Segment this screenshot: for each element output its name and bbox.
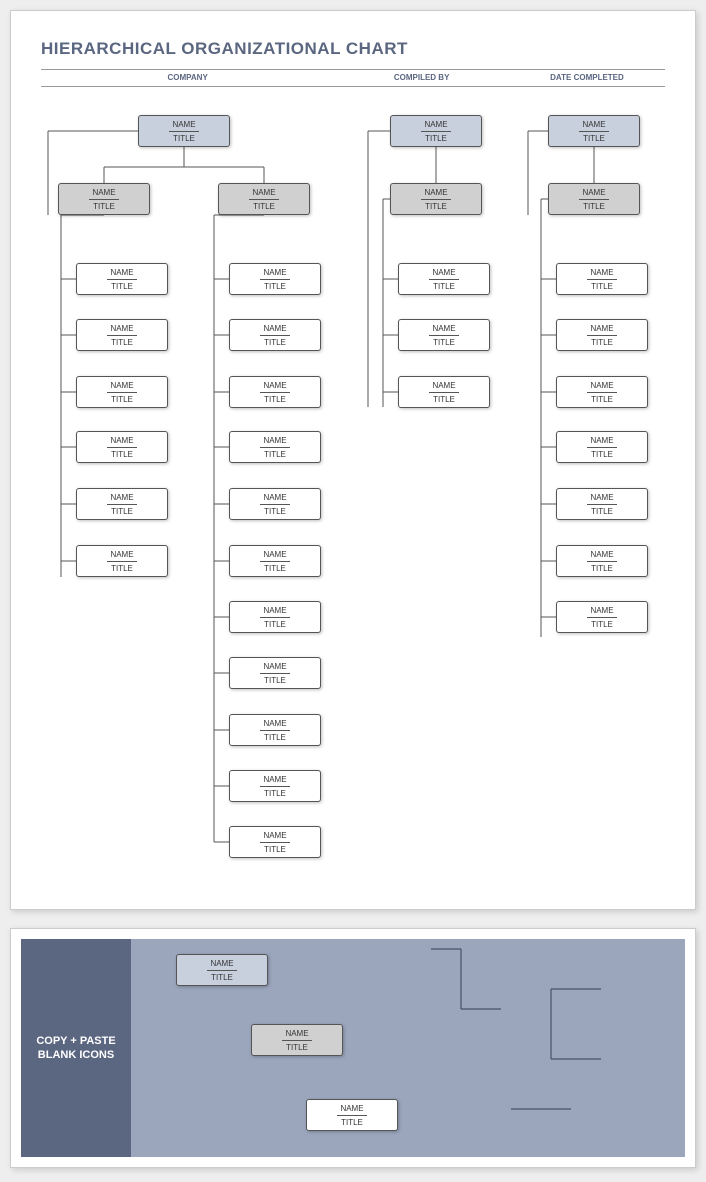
node-title: TITLE [219,202,309,211]
node-name: NAME [139,120,229,129]
org-node-leaf[interactable]: NAMETITLE [76,545,168,577]
org-node-leaf[interactable]: NAMETITLE [229,319,321,351]
connector-lines [41,107,665,867]
org-node-leaf[interactable]: NAMETITLE [556,601,648,633]
org-node-leaf[interactable]: NAMETITLE [76,488,168,520]
org-node-leaf[interactable]: NAMETITLE [229,431,321,463]
org-node-leaf[interactable]: NAMETITLE [229,601,321,633]
org-node-leaf[interactable]: NAMETITLE [76,319,168,351]
org-node-leaf[interactable]: NAMETITLE [556,319,648,351]
header-company: COMPANY [41,70,334,86]
org-node-leaf[interactable]: NAMETITLE [556,431,648,463]
copy-paste-label: COPY + PASTE BLANK ICONS [21,939,131,1157]
sample-node-top[interactable]: NAMETITLE [176,954,268,986]
node-sep [169,131,199,132]
node-name: NAME [59,188,149,197]
header-compiledby: COMPILED BY [334,70,509,86]
org-node-leaf[interactable]: NAMETITLE [76,431,168,463]
org-node-leaf[interactable]: NAMETITLE [229,826,321,858]
org-node-top[interactable]: NAMETITLE [548,115,640,147]
org-node-mid[interactable]: NAME TITLE [58,183,150,215]
node-title: TITLE [59,202,149,211]
org-node-leaf[interactable]: NAMETITLE [229,376,321,408]
org-node-leaf[interactable]: NAMETITLE [76,376,168,408]
org-node-leaf[interactable]: NAMETITLE [76,263,168,295]
org-node-leaf[interactable]: NAMETITLE [229,714,321,746]
copy-paste-text: COPY + PASTE BLANK ICONS [36,1034,115,1063]
org-node-mid[interactable]: NAMETITLE [548,183,640,215]
org-node-leaf[interactable]: NAMETITLE [556,263,648,295]
page-title: HIERARCHICAL ORGANIZATIONAL CHART [41,39,665,59]
org-node-leaf[interactable]: NAMETITLE [229,488,321,520]
sample-node-leaf[interactable]: NAMETITLE [306,1099,398,1131]
copy-paste-canvas: NAMETITLE NAMETITLE NAMETITLE [131,939,685,1157]
org-node-top[interactable]: NAME TITLE [138,115,230,147]
org-node-mid[interactable]: NAMETITLE [390,183,482,215]
org-node-leaf[interactable]: NAMETITLE [556,545,648,577]
org-node-top[interactable]: NAMETITLE [390,115,482,147]
org-node-leaf[interactable]: NAMETITLE [229,263,321,295]
sample-node-mid[interactable]: NAMETITLE [251,1024,343,1056]
copy-paste-panel: COPY + PASTE BLANK ICONS NAMETITLE NAMET… [10,928,696,1168]
org-node-leaf[interactable]: NAMETITLE [398,263,490,295]
org-node-leaf[interactable]: NAMETITLE [556,376,648,408]
org-node-leaf[interactable]: NAMETITLE [556,488,648,520]
node-name: NAME [219,188,309,197]
chart-area: NAME TITLE NAME TITLE NAME TITLE NAME TITLE… [41,107,665,867]
org-node-leaf[interactable]: NAMETITLE [398,319,490,351]
header-row: COMPANY COMPILED BY DATE COMPLETED [41,69,665,87]
org-node-mid[interactable]: NAME TITLE [218,183,310,215]
org-node-leaf[interactable]: NAMETITLE [229,657,321,689]
org-node-leaf[interactable]: NAMETITLE [229,545,321,577]
node-title: TITLE [139,134,229,143]
org-node-leaf[interactable]: NAMETITLE [229,770,321,802]
org-chart-page: HIERARCHICAL ORGANIZATIONAL CHART COMPAN… [10,10,696,910]
org-node-leaf[interactable]: NAMETITLE [398,376,490,408]
header-date: DATE COMPLETED [509,70,665,86]
